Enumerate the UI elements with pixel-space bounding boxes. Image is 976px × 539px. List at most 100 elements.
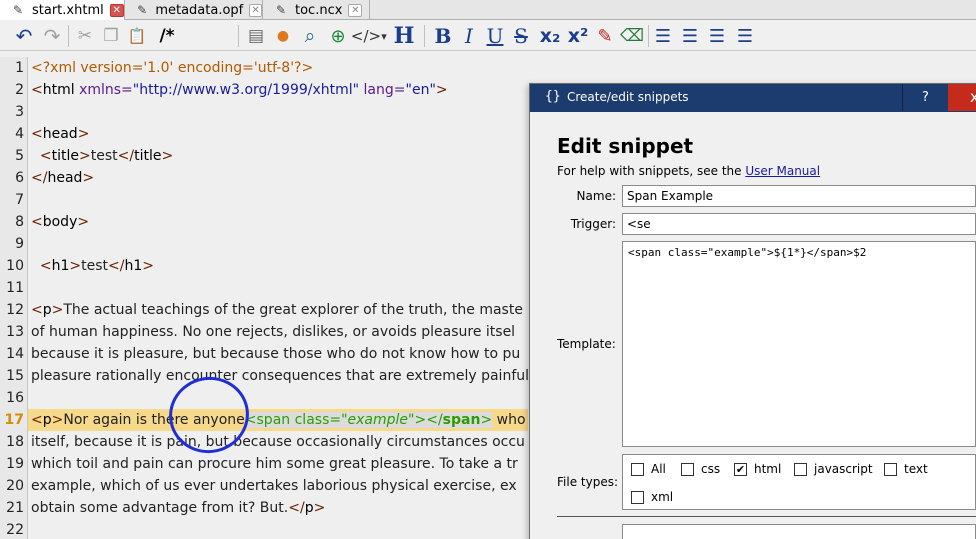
brush-icon[interactable]: ✎ xyxy=(594,24,616,48)
tab-label: start.xhtml xyxy=(32,2,104,18)
filetype-all-checkbox[interactable]: All xyxy=(631,462,666,476)
code-line-5: <title>test</title> xyxy=(39,148,174,164)
dialog-titlebar[interactable]: {} Create/edit snippets ? x xyxy=(530,84,976,112)
pen-icon: ✎ xyxy=(137,3,148,17)
line-number: 18 xyxy=(6,434,24,450)
strikethrough-button[interactable]: S xyxy=(510,24,532,48)
line-number: 6 xyxy=(15,170,24,186)
subscript-button[interactable]: x₂ xyxy=(537,24,563,48)
code-line-14: because it is pleasure, but because thos… xyxy=(31,346,521,362)
help-button[interactable]: ? xyxy=(902,84,948,111)
undo-icon[interactable]: ↶ xyxy=(12,24,36,48)
trigger-label: Trigger: xyxy=(570,217,616,231)
tab-label: metadata.opf xyxy=(155,2,244,18)
tab-start-xhtml[interactable]: ✎ start.xhtml ✕ xyxy=(0,0,125,20)
superscript-button[interactable]: x² xyxy=(565,24,591,48)
dialog-title: Create/edit snippets xyxy=(567,90,689,104)
filetype-html-checkbox[interactable]: ✔ html xyxy=(734,462,781,476)
redo-icon[interactable]: ↷ xyxy=(40,24,64,48)
code-line-4: <head> xyxy=(31,126,90,142)
snippet-icon: {} xyxy=(545,89,561,104)
file-types-group: All css ✔ html javascript text xml xyxy=(622,454,976,510)
filetype-xml-checkbox[interactable]: xml xyxy=(631,490,673,504)
dialog-heading: Edit snippet xyxy=(557,134,694,158)
eraser-icon[interactable]: ⌫ xyxy=(620,24,644,48)
checkbox-box xyxy=(884,462,897,476)
tab-toc-ncx[interactable]: ✎ toc.ncx ✕ xyxy=(263,0,370,20)
close-button[interactable]: x xyxy=(948,84,976,111)
template-textarea[interactable]: <span class="example">${1*}</span>$2 xyxy=(622,241,976,447)
cut-icon[interactable]: ✂ xyxy=(74,24,96,48)
line-number: 21 xyxy=(6,500,24,516)
close-icon[interactable]: ✕ xyxy=(249,3,262,17)
checkbox-box xyxy=(631,462,644,476)
chevron-down-icon[interactable]: ▾ xyxy=(379,24,389,48)
underline-button[interactable]: U xyxy=(484,24,506,48)
code-line-10: <h1>test</h1> xyxy=(39,258,155,274)
line-number: 5 xyxy=(15,148,24,164)
code-line-2: <html xmlns="http://www.w3.org/1999/xhtm… xyxy=(31,82,448,98)
tag-icon[interactable]: </> xyxy=(351,24,381,48)
line-number: 10 xyxy=(6,258,24,274)
justify-icon[interactable]: ☰ xyxy=(733,24,757,48)
tab-label: toc.ncx xyxy=(295,2,343,18)
zoom-icon[interactable]: ⌕ xyxy=(298,24,322,48)
filetype-css-checkbox[interactable]: css xyxy=(681,462,720,476)
check-icon: ✔ xyxy=(734,462,747,476)
line-number: 22 xyxy=(6,522,24,538)
copy-icon[interactable]: ❐ xyxy=(100,24,122,48)
code-line-17-current: <p>Nor again is there anyone<span class=… xyxy=(28,409,559,431)
line-number: 12 xyxy=(6,302,24,318)
line-number: 7 xyxy=(15,192,24,208)
line-number: 9 xyxy=(15,236,24,252)
pen-icon: ✎ xyxy=(275,3,287,17)
name-label: Name: xyxy=(576,189,616,203)
code-line-6: </head> xyxy=(31,170,95,186)
line-number: 8 xyxy=(15,214,24,230)
comment-button[interactable]: /* xyxy=(156,24,178,48)
name-input[interactable]: Span Example xyxy=(622,185,976,207)
line-number: 13 xyxy=(6,324,24,340)
pen-icon: ✎ xyxy=(12,3,24,17)
line-number: 2 xyxy=(15,82,24,98)
heading-button[interactable]: H xyxy=(392,23,416,49)
line-number: 1 xyxy=(15,60,24,76)
toolbar: ↶ ↷ ✂ ❐ 📋 /* ▤ ● ⌕ ⊕ </> ▾ H B I U S x₂ … xyxy=(0,21,976,51)
filetype-javascript-checkbox[interactable]: javascript xyxy=(794,462,873,476)
align-right-icon[interactable]: ☰ xyxy=(706,24,728,48)
html-icon[interactable]: ▤ xyxy=(244,24,268,48)
template-label: Template: xyxy=(557,337,616,351)
code-line-1: <?xml version='1.0' encoding='utf-8'?> xyxy=(31,60,314,76)
checkbox-box xyxy=(631,490,644,504)
code-line-13: of human happiness. No one rejects, disl… xyxy=(31,324,516,340)
code-line-8: <body> xyxy=(31,214,90,230)
line-number: 3 xyxy=(15,104,24,120)
description-input[interactable] xyxy=(622,524,976,539)
align-left-icon[interactable]: ☰ xyxy=(652,24,674,48)
user-manual-link[interactable]: User Manual xyxy=(745,164,820,178)
pin-icon[interactable]: ● xyxy=(272,24,294,48)
dialog-divider xyxy=(557,516,976,517)
italic-button[interactable]: I xyxy=(458,24,480,48)
checkbox-box xyxy=(681,462,694,476)
current-line-number: 17 xyxy=(4,412,24,428)
paste-icon[interactable]: 📋 xyxy=(126,24,148,48)
create-edit-snippets-dialog: {} Create/edit snippets ? x Edit snippet… xyxy=(529,83,976,539)
code-line-19: which toil and pain can procure him some… xyxy=(31,456,518,472)
tab-metadata-opf[interactable]: ✎ metadata.opf ✕ xyxy=(125,0,263,20)
line-number: 16 xyxy=(6,390,24,406)
insert-icon[interactable]: ⊕ xyxy=(326,24,350,48)
filetype-text-checkbox[interactable]: text xyxy=(884,462,928,476)
help-text: For help with snippets, see the User Man… xyxy=(557,164,821,178)
close-icon[interactable]: ✕ xyxy=(109,3,124,17)
close-icon[interactable]: ✕ xyxy=(348,3,363,17)
line-number-gutter: 1 2 3 4 5 6 7 8 9 10 11 12 13 14 15 16 1… xyxy=(0,57,28,539)
code-line-21: obtain some advantage from it? But.</p> xyxy=(31,500,326,516)
file-types-label: File types: xyxy=(557,475,618,489)
code-line-12: <p>The actual teachings of the great exp… xyxy=(31,302,523,318)
align-center-icon[interactable]: ☰ xyxy=(679,24,701,48)
trigger-input[interactable]: <se xyxy=(622,213,976,235)
line-number: 19 xyxy=(6,456,24,472)
line-number: 11 xyxy=(6,280,24,296)
bold-button[interactable]: B xyxy=(432,24,454,48)
